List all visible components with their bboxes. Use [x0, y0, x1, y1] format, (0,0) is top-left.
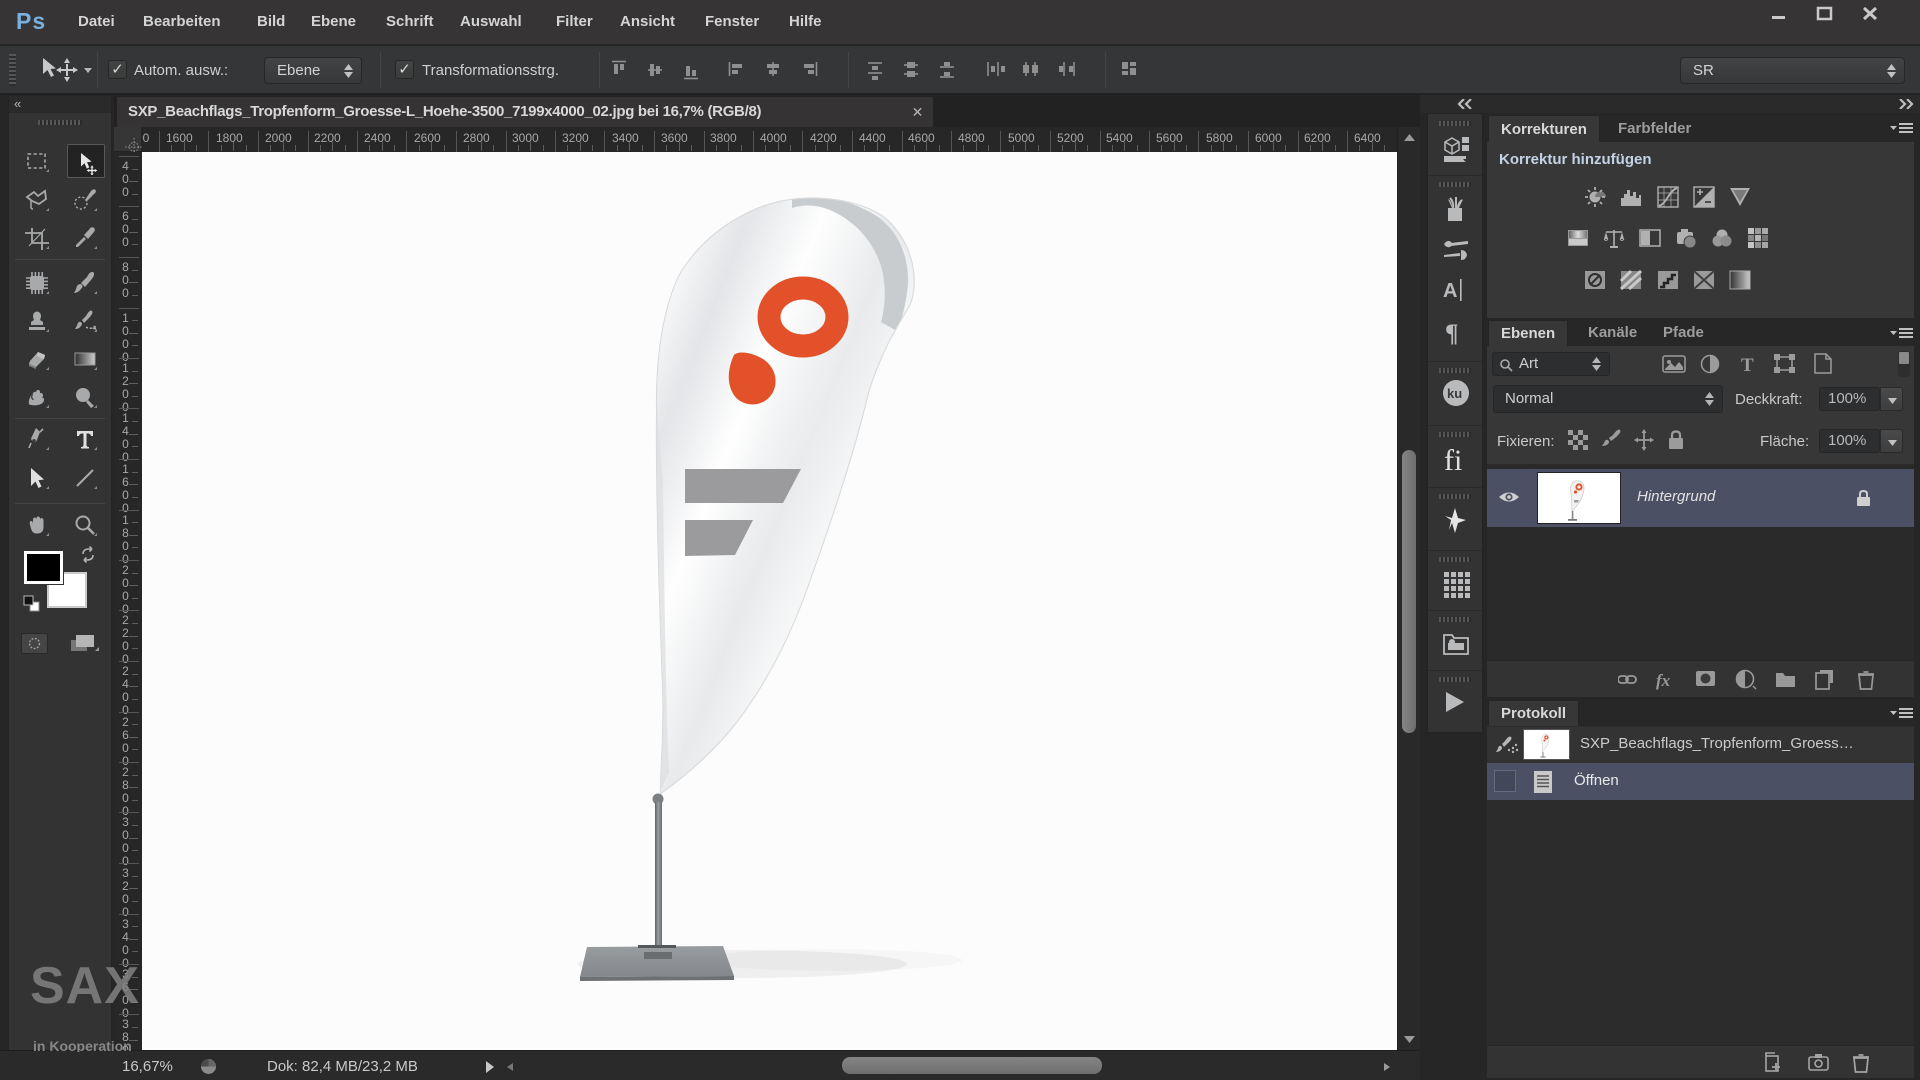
svg-text:¶: ¶	[1445, 320, 1459, 347]
svg-text:T: T	[1741, 355, 1754, 374]
svg-text:fx: fx	[1656, 671, 1671, 690]
svg-text:A: A	[1443, 280, 1457, 302]
svg-text:fi: fi	[1444, 444, 1462, 477]
svg-text:ku: ku	[1447, 386, 1462, 401]
